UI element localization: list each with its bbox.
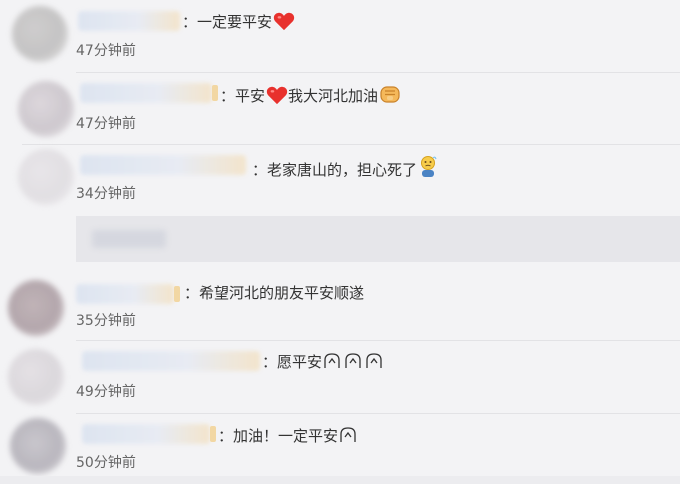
comment-text: ：老家唐山的，担心死了 bbox=[252, 155, 439, 180]
comment-time: 47分钟前 bbox=[76, 116, 136, 132]
comment-time: 47分钟前 bbox=[76, 43, 136, 59]
comment-item: ：老家唐山的，担心死了 34分钟前 bbox=[0, 145, 680, 217]
comment-item: ：希望河北的朋友平安顺遂 35分钟前 bbox=[0, 262, 680, 341]
username[interactable] bbox=[78, 11, 180, 31]
comment-body-suffix: 我大河北加油 bbox=[288, 87, 379, 105]
comment-item: ：一定要平安 47分钟前 bbox=[0, 0, 680, 73]
avatar[interactable] bbox=[18, 81, 74, 137]
comment-body: ：希望河北的朋友平安顺遂 bbox=[184, 284, 365, 302]
username[interactable] bbox=[80, 155, 246, 175]
comment-text: ：加油！一定平安 bbox=[218, 425, 358, 446]
comment-time: 35分钟前 bbox=[76, 313, 136, 329]
praying-icon bbox=[324, 353, 382, 368]
comment-item: ：愿平安 49分钟前 bbox=[0, 341, 680, 414]
username[interactable] bbox=[82, 351, 260, 371]
comment-time: 49分钟前 bbox=[76, 384, 136, 400]
heart-icon bbox=[266, 86, 288, 105]
comment-item: ：加油！一定平安 50分钟前 bbox=[0, 414, 680, 484]
worried-face-icon bbox=[421, 156, 437, 177]
username[interactable] bbox=[76, 284, 174, 304]
comment-body: ：加油！一定平安 bbox=[218, 427, 339, 445]
username[interactable] bbox=[82, 424, 210, 444]
comment-item: ：平安 我大河北加油 47分钟前 bbox=[0, 73, 680, 145]
avatar[interactable] bbox=[10, 418, 66, 474]
collapsed-label bbox=[92, 230, 166, 248]
username[interactable] bbox=[80, 83, 212, 103]
comment-text: ：一定要平安 bbox=[182, 11, 295, 32]
collapsed-replies-bar[interactable] bbox=[76, 216, 680, 262]
avatar[interactable] bbox=[8, 349, 64, 405]
comment-text: ：愿平安 bbox=[262, 351, 384, 372]
avatar[interactable] bbox=[8, 280, 64, 336]
comment-text: ：平安 我大河北加油 bbox=[220, 83, 402, 106]
comment-body-prefix: ：平安 bbox=[220, 87, 266, 105]
comment-body: ：一定要平安 bbox=[182, 13, 273, 31]
comment-body: ：老家唐山的，担心死了 bbox=[252, 161, 418, 179]
user-badge bbox=[212, 85, 218, 101]
heart-icon bbox=[273, 12, 295, 31]
praying-icon bbox=[340, 427, 356, 442]
user-badge bbox=[210, 426, 216, 442]
bottom-strip bbox=[0, 476, 680, 484]
comment-body: ：愿平安 bbox=[262, 353, 323, 371]
comment-time: 34分钟前 bbox=[76, 186, 136, 202]
user-badge bbox=[174, 286, 180, 302]
comment-time: 50分钟前 bbox=[76, 455, 136, 471]
avatar[interactable] bbox=[12, 6, 68, 62]
fist-icon bbox=[380, 86, 400, 103]
comment-text: ：希望河北的朋友平安顺遂 bbox=[184, 283, 364, 303]
avatar[interactable] bbox=[18, 149, 74, 205]
